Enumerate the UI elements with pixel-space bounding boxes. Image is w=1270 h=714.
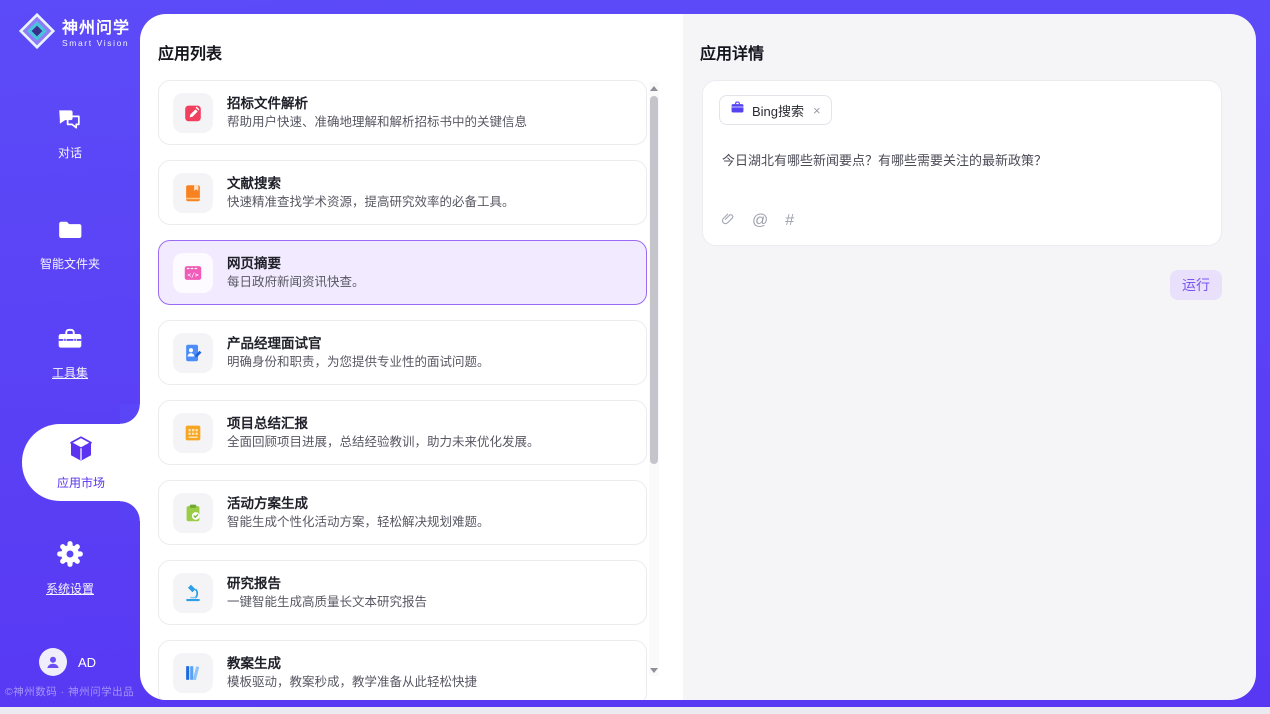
user-name: AD: [78, 655, 96, 670]
app-card-activity-plan[interactable]: 活动方案生成 智能生成个性化活动方案，轻松解决规划难题。: [158, 480, 647, 545]
app-list-panel: 应用列表 招标文件解析 帮助用户快速、准确地理解和解析招标书中的关键信息: [140, 14, 683, 700]
books-icon: [173, 653, 213, 693]
svg-text:</>: </>: [187, 271, 198, 278]
sidebar-item-label: 对话: [58, 144, 82, 161]
tool-tag-bing-search[interactable]: Bing搜索 ×: [719, 95, 832, 125]
toolbox-icon: [56, 326, 84, 357]
app-desc: 全面回顾项目进展，总结经验教训，助力未来优化发展。: [227, 433, 540, 451]
app-name: 研究报告: [227, 575, 427, 593]
app-name: 项目总结汇报: [227, 415, 540, 433]
copyright-text: ©神州数码 · 神州问学出品: [5, 684, 134, 699]
app-name: 教案生成: [227, 655, 477, 673]
briefcase-icon: [730, 100, 745, 120]
scroll-down-arrow-icon[interactable]: [649, 664, 659, 676]
app-desc: 帮助用户快速、准确地理解和解析招标书中的关键信息: [227, 113, 527, 131]
sidebar-item-toolset[interactable]: 工具集: [0, 326, 140, 381]
scrollbar-thumb[interactable]: [650, 96, 658, 464]
paperclip-icon[interactable]: [720, 211, 735, 231]
app-desc: 明确身份和职责，为您提供专业性的面试问题。: [227, 353, 490, 371]
app-detail-panel: 应用详情 Bing搜索 × 今日湖北有哪些新闻要点？有哪些需要关注的最新政策？: [683, 14, 1256, 700]
app-card-project-summary[interactable]: 项目总结汇报 全面回顾项目进展，总结经验教训，助力未来优化发展。: [158, 400, 647, 465]
user-account[interactable]: AD: [39, 648, 96, 676]
sidebar-item-label: 智能文件夹: [40, 255, 100, 272]
app-name: 活动方案生成: [227, 495, 490, 513]
app-name: 文献搜索: [227, 175, 515, 193]
sidebar-item-label: 系统设置: [46, 580, 94, 597]
sidebar-item-chat[interactable]: 对话: [0, 106, 140, 161]
app-card-lesson-plan[interactable]: 教案生成 模板驱动，教案秒成，教学准备从此轻松快捷: [158, 640, 647, 700]
mention-icon[interactable]: @: [752, 213, 768, 229]
app-card-web-summary[interactable]: </> 网页摘要 每日政府新闻资讯快查。: [158, 240, 647, 305]
input-toolbar: @ #: [720, 211, 794, 231]
logo-title: 神州问学: [62, 19, 130, 38]
sidebar-item-label: 应用市场: [57, 474, 105, 491]
sidebar-item-label: 工具集: [52, 364, 88, 381]
run-button[interactable]: 运行: [1170, 270, 1222, 300]
avatar: [39, 648, 67, 676]
app-card-literature-search[interactable]: 文献搜索 快速精准查找学术资源，提高研究效率的必备工具。: [158, 160, 647, 225]
app-desc: 智能生成个性化活动方案，轻松解决规划难题。: [227, 513, 490, 531]
main-content: 应用列表 招标文件解析 帮助用户快速、准确地理解和解析招标书中的关键信息: [140, 14, 1256, 700]
scroll-up-arrow-icon[interactable]: [649, 82, 659, 94]
app-logo: 神州问学 Smart Vision: [17, 11, 130, 56]
close-icon[interactable]: ×: [811, 103, 821, 118]
app-card-bid-analysis[interactable]: 招标文件解析 帮助用户快速、准确地理解和解析招标书中的关键信息: [158, 80, 647, 145]
chat-icon: [56, 106, 84, 137]
app-card-research-report[interactable]: 研究报告 一键智能生成高质量长文本研究报告: [158, 560, 647, 625]
microscope-icon: [173, 573, 213, 613]
app-desc: 快速精准查找学术资源，提高研究效率的必备工具。: [227, 193, 515, 211]
app-desc: 每日政府新闻资讯快查。: [227, 273, 365, 291]
logo-subtitle: Smart Vision: [62, 38, 130, 48]
app-card-pm-interviewer[interactable]: 产品经理面试官 明确身份和职责，为您提供专业性的面试问题。: [158, 320, 647, 385]
sidebar-item-settings[interactable]: 系统设置: [0, 540, 140, 597]
gear-icon: [56, 540, 84, 573]
interviewer-icon: [173, 333, 213, 373]
hash-icon[interactable]: #: [785, 213, 794, 229]
folder-icon: [56, 217, 84, 248]
app-name: 网页摘要: [227, 255, 365, 273]
app-detail-title: 应用详情: [700, 40, 764, 64]
app-desc: 一键智能生成高质量长文本研究报告: [227, 593, 427, 611]
bottom-strip: [0, 707, 1270, 714]
diamond-logo-icon: [17, 11, 57, 56]
edit-doc-icon: [173, 93, 213, 133]
book-icon: [173, 173, 213, 213]
browser-code-icon: </>: [173, 253, 213, 293]
clipboard-check-icon: [173, 493, 213, 533]
prompt-card: Bing搜索 × 今日湖北有哪些新闻要点？有哪些需要关注的最新政策？ @ #: [702, 80, 1222, 246]
app-list-title: 应用列表: [158, 40, 222, 64]
app-name: 招标文件解析: [227, 95, 527, 113]
cube-icon: [66, 434, 96, 469]
sidebar: 神州问学 Smart Vision 对话 智能文件夹: [0, 0, 140, 714]
sidebar-item-smart-folder[interactable]: 智能文件夹: [0, 217, 140, 272]
note-grid-icon: [173, 413, 213, 453]
sidebar-item-app-market[interactable]: 应用市场: [22, 424, 140, 501]
app-name: 产品经理面试官: [227, 335, 490, 353]
app-desc: 模板驱动，教案秒成，教学准备从此轻松快捷: [227, 673, 477, 691]
prompt-text[interactable]: 今日湖北有哪些新闻要点？有哪些需要关注的最新政策？: [722, 151, 1205, 170]
app-list-scrollbar[interactable]: [649, 82, 659, 676]
tool-tag-label: Bing搜索: [752, 101, 804, 120]
